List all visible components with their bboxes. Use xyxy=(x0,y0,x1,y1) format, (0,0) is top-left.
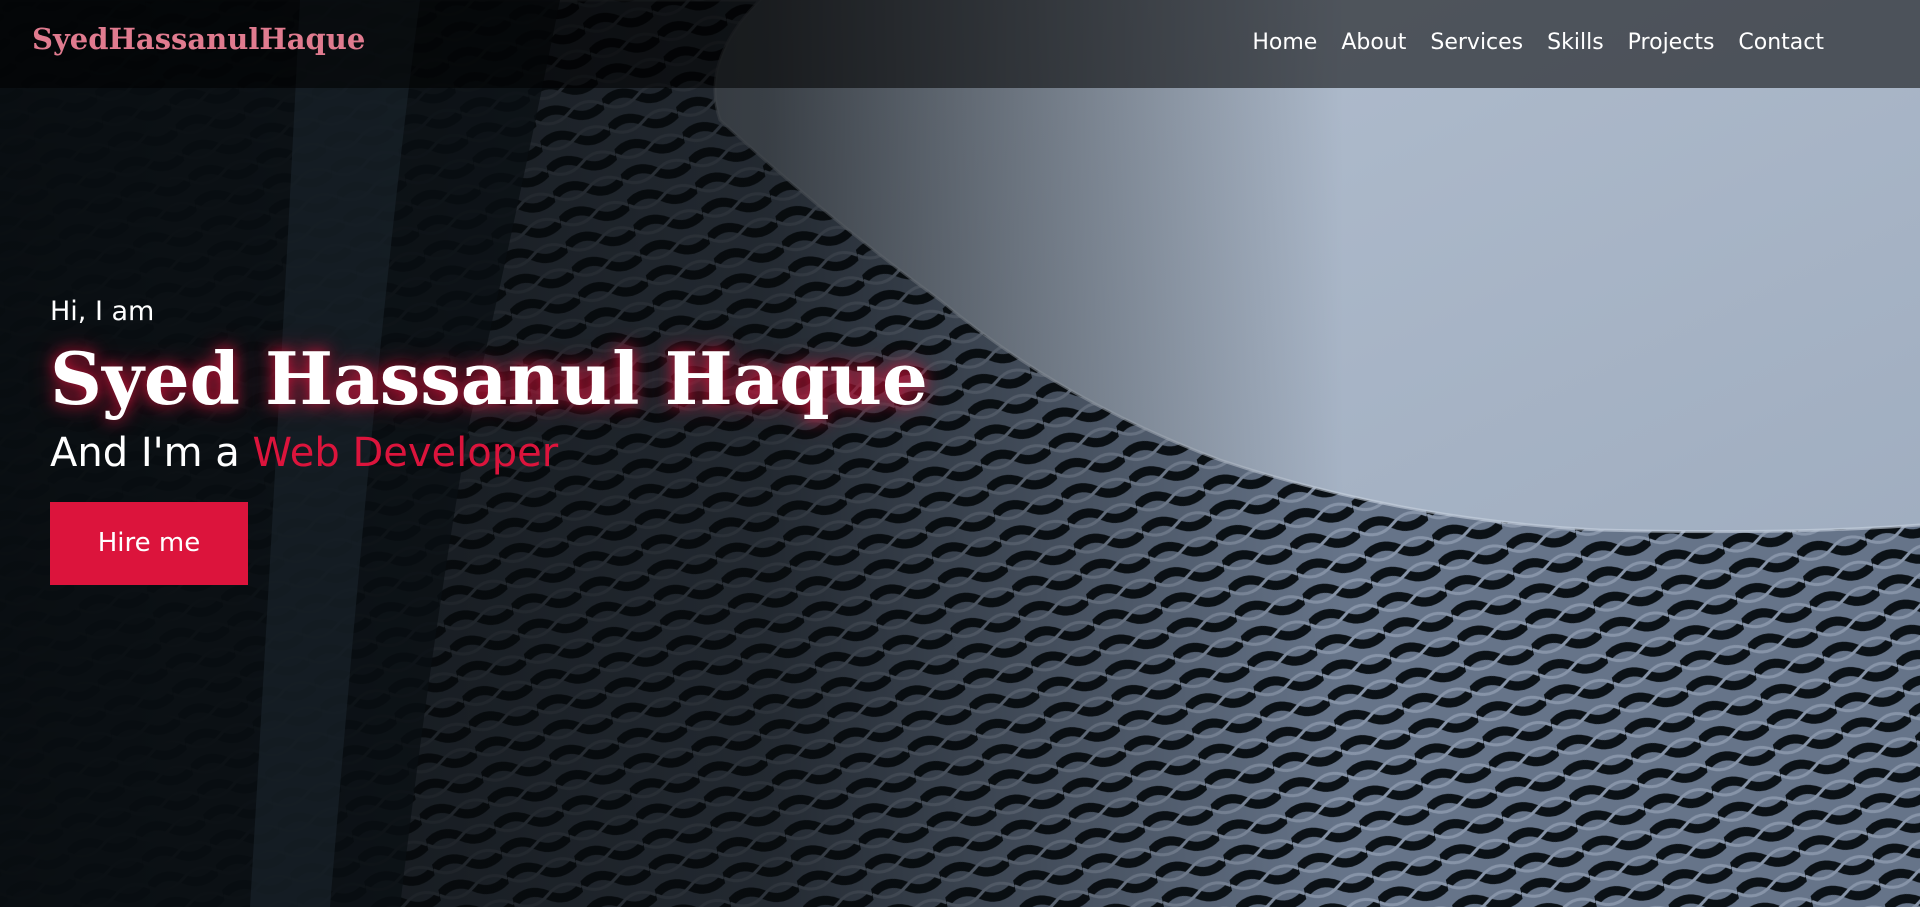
top-navbar: SyedHassanulHaque Home About Services Sk… xyxy=(0,0,1920,88)
hero-role-line: And I'm a Web Developer xyxy=(50,430,928,476)
nav-item-about: About xyxy=(1341,30,1406,55)
nav-link-contact[interactable]: Contact xyxy=(1738,30,1824,55)
nav-item-projects: Projects xyxy=(1628,30,1715,55)
nav-item-services: Services xyxy=(1430,30,1523,55)
hero-name: Syed Hassanul Haque xyxy=(50,336,928,421)
hire-me-button[interactable]: Hire me xyxy=(50,502,248,586)
site-logo[interactable]: SyedHassanulHaque xyxy=(32,22,365,56)
hero-greeting: Hi, I am xyxy=(50,296,155,327)
nav-link-skills[interactable]: Skills xyxy=(1547,30,1604,55)
hero-role-prefix: And I'm a xyxy=(50,430,240,477)
nav-item-skills: Skills xyxy=(1547,30,1604,55)
hero-content: Hi, I am Syed Hassanul Haque And I'm a W… xyxy=(50,296,928,586)
nav-item-contact: Contact xyxy=(1738,30,1824,55)
nav-link-services[interactable]: Services xyxy=(1430,30,1523,55)
nav-item-home: Home xyxy=(1252,30,1317,55)
hero-role: Web Developer xyxy=(252,430,559,477)
nav-menu: Home About Services Skills Projects Cont… xyxy=(1228,30,1824,55)
nav-link-projects[interactable]: Projects xyxy=(1628,30,1715,55)
nav-link-about[interactable]: About xyxy=(1341,30,1406,55)
hero-section: SyedHassanulHaque Home About Services Sk… xyxy=(0,0,1920,907)
nav-link-home[interactable]: Home xyxy=(1252,30,1317,55)
